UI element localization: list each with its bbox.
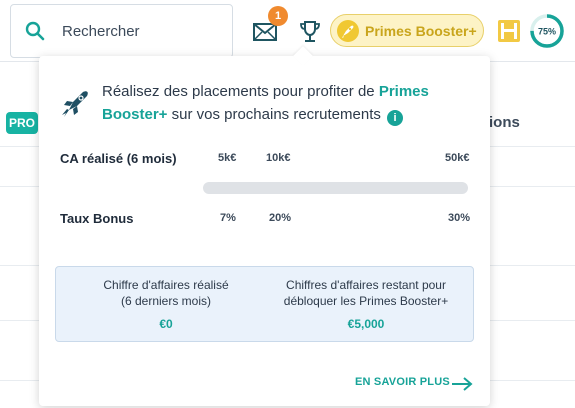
learn-more-link[interactable]: EN SAVOIR PLUS [355,376,450,388]
ca-progress-bar [203,182,468,194]
notification-badge: 1 [268,6,288,26]
ca-tick: 10k€ [266,152,291,164]
realized-column: Chiffre d'affaires réalisé (6 derniers m… [66,277,266,309]
bonus-tick: 7% [220,212,236,224]
remaining-column: Chiffres d'affaires restant pour débloqu… [266,277,466,309]
bonus-label: Taux Bonus [60,211,134,226]
arrow-right-icon[interactable] [451,377,473,391]
popover-headline: Réalisez des placements pour profiter de… [102,80,482,126]
info-icon[interactable]: i [387,110,404,126]
booster-label: Primes Booster+ [365,23,477,39]
ca-tick: 50k€ [445,152,470,164]
trophy-icon[interactable] [298,19,322,45]
rocket-icon [62,91,88,117]
ca-tick: 5k€ [218,152,237,164]
realized-value: €0 [159,317,173,331]
headline-text-suffix: sur vos prochains recrutements [167,106,381,123]
ca-label: CA réalisé (6 mois) [60,151,177,166]
summary-box: Chiffre d'affaires réalisé (6 derniers m… [55,266,474,342]
booster-button[interactable]: Primes Booster+ [330,14,484,47]
search-input[interactable]: Rechercher [62,23,140,40]
top-bar: Rechercher 1 Primes Booster+ 75% [0,0,575,62]
remaining-value: €5,000 [347,317,385,331]
bonus-tick: 20% [269,212,292,224]
rocket-badge-icon [337,20,359,42]
remaining-subtitle: débloquer les Primes Booster+ [283,294,449,308]
headline-text: Réalisez des placements pour profiter de [102,83,379,100]
bonus-tick: 30% [448,212,471,224]
gauge-label: 75% [538,27,556,37]
booster-popover: Réalisez des placements pour profiter de… [39,46,490,406]
pro-badge: PRO [6,112,38,134]
search-box[interactable]: Rechercher [10,4,233,58]
calendar-icon[interactable] [496,18,522,44]
remaining-title: Chiffres d'affaires restant pour [286,278,446,292]
realized-subtitle: (6 derniers mois) [120,294,212,308]
realized-title: Chiffre d'affaires réalisé [103,278,229,292]
search-icon [25,21,45,41]
progress-gauge[interactable]: 75% [529,13,565,49]
